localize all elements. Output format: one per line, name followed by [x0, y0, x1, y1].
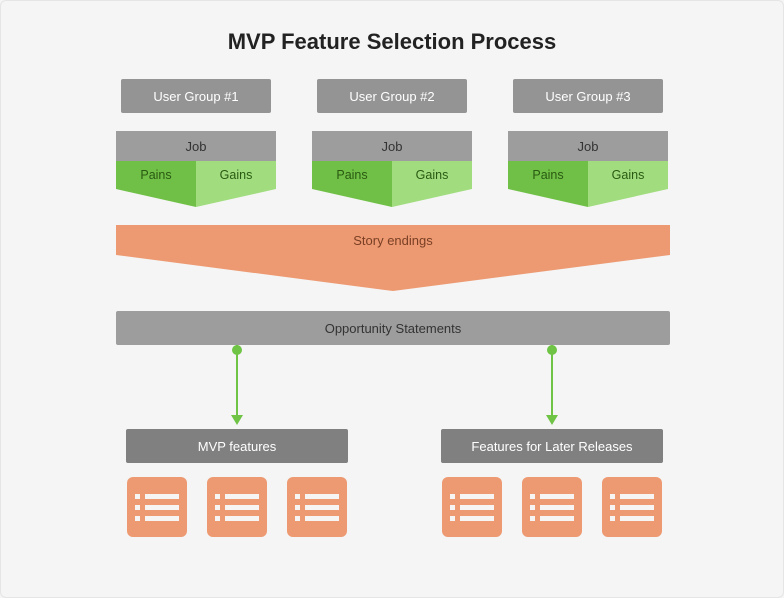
job-box: Job — [116, 131, 276, 161]
feature-list-icon — [207, 477, 267, 537]
opportunity-statements-box: Opportunity Statements — [116, 311, 670, 345]
pain-gain-row: Pains Gains — [312, 161, 472, 189]
feature-icon-row — [127, 477, 347, 537]
pain-gain-row: Pains Gains — [116, 161, 276, 189]
user-group-box: User Group #1 — [121, 79, 271, 113]
user-group-column: User Group #1 Job Pains Gains — [116, 79, 276, 207]
feature-list-icon — [442, 477, 502, 537]
diagram-canvas: MVP Feature Selection Process User Group… — [0, 0, 784, 598]
job-block: Job Pains Gains — [116, 131, 276, 207]
feature-list-icon — [287, 477, 347, 537]
pain-box: Pains — [116, 161, 196, 189]
feature-icon-row — [442, 477, 662, 537]
story-funnel: Story endings — [116, 225, 670, 291]
job-block: Job Pains Gains — [508, 131, 668, 207]
gain-box: Gains — [196, 161, 276, 189]
job-arrow-icon — [312, 189, 472, 207]
user-group-box: User Group #2 — [317, 79, 467, 113]
job-arrow-icon — [116, 189, 276, 207]
funnel-arrow-icon — [116, 255, 670, 291]
mvp-features-label: MVP features — [126, 429, 348, 463]
pain-gain-row: Pains Gains — [508, 161, 668, 189]
feature-list-icon — [127, 477, 187, 537]
user-group-box: User Group #3 — [513, 79, 663, 113]
feature-list-icon — [602, 477, 662, 537]
job-block: Job Pains Gains — [312, 131, 472, 207]
feature-list-icon — [522, 477, 582, 537]
pain-box: Pains — [508, 161, 588, 189]
user-group-column: User Group #3 Job Pains Gains — [508, 79, 668, 207]
gain-box: Gains — [392, 161, 472, 189]
pain-box: Pains — [312, 161, 392, 189]
story-funnel-label: Story endings — [116, 225, 670, 255]
later-features-label: Features for Later Releases — [441, 429, 663, 463]
job-box: Job — [508, 131, 668, 161]
arrow-down-icon — [236, 345, 238, 415]
user-group-columns: User Group #1 Job Pains Gains User Group… — [1, 79, 783, 207]
arrow-down-icon — [551, 345, 553, 415]
job-box: Job — [312, 131, 472, 161]
mvp-features-block: MVP features — [126, 429, 348, 537]
gain-box: Gains — [588, 161, 668, 189]
diagram-title: MVP Feature Selection Process — [1, 29, 783, 55]
job-arrow-icon — [508, 189, 668, 207]
user-group-column: User Group #2 Job Pains Gains — [312, 79, 472, 207]
later-features-block: Features for Later Releases — [441, 429, 663, 537]
